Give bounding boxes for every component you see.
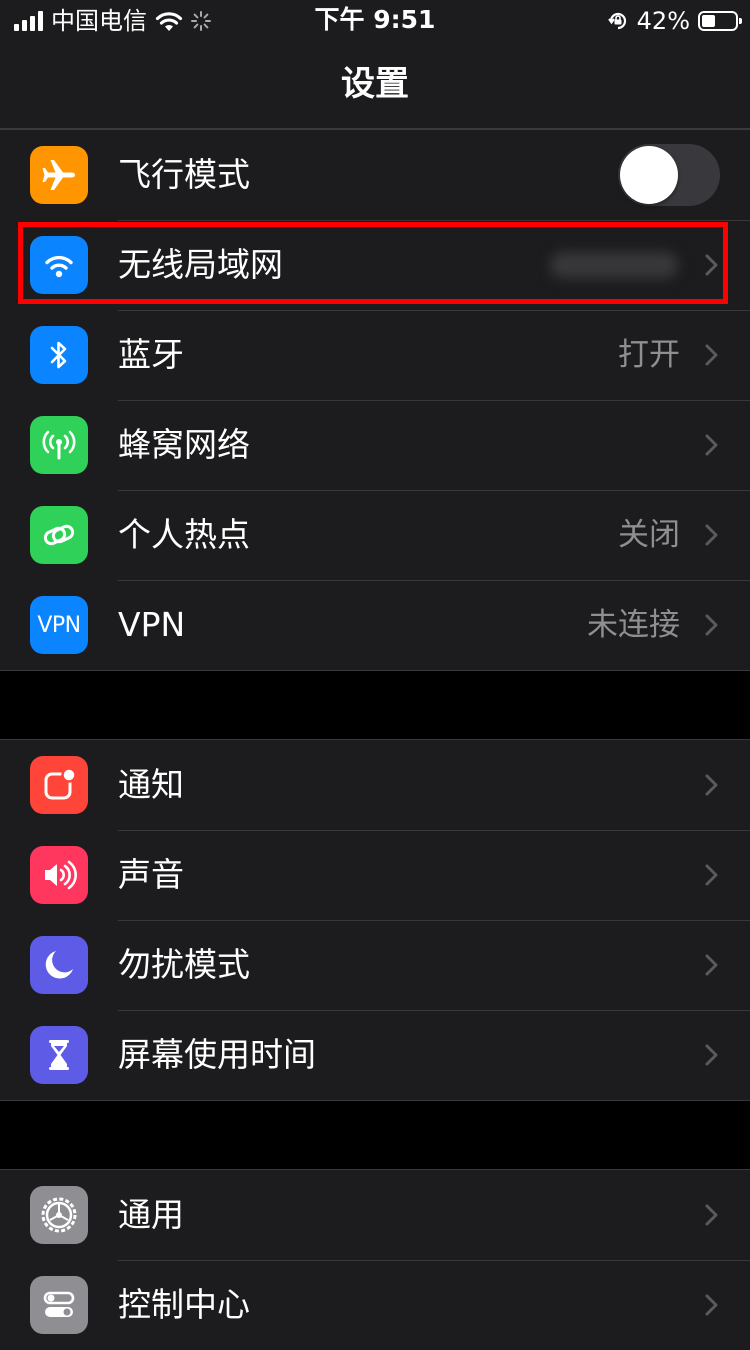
- battery-percentage: 42%: [636, 7, 690, 35]
- row-label: 控制中心: [118, 1285, 250, 1324]
- speaker-icon: [30, 846, 88, 904]
- chevron-right-icon: [705, 954, 718, 976]
- row-personal-hotspot[interactable]: 个人热点 关闭: [0, 490, 750, 580]
- gear-icon: [30, 1186, 88, 1244]
- row-label: VPN: [118, 605, 186, 644]
- cellular-icon: [30, 416, 88, 474]
- row-airplane-mode[interactable]: 飞行模式: [0, 130, 750, 220]
- chevron-right-icon: [705, 1204, 718, 1226]
- row-cellular[interactable]: 蜂窝网络: [0, 400, 750, 490]
- chevron-right-icon: [705, 344, 718, 366]
- status-right: 42%: [607, 6, 742, 36]
- moon-icon: [30, 936, 88, 994]
- hotspot-icon: [30, 506, 88, 564]
- vpn-icon: VPN: [30, 596, 88, 654]
- control-center-icon: [30, 1276, 88, 1334]
- row-label: 通知: [118, 765, 184, 804]
- row-value: 未连接: [587, 607, 680, 643]
- chevron-right-icon: [705, 864, 718, 886]
- chevron-right-icon: [705, 524, 718, 546]
- row-label: 屏幕使用时间: [118, 1035, 316, 1074]
- row-label: 声音: [118, 855, 184, 894]
- navigation-bar: 设置: [0, 40, 750, 129]
- settings-group-general: 通用 控制中心: [0, 1169, 750, 1350]
- settings-group-connectivity: 飞行模式 无线局域网 蓝牙 打开 蜂窝网络 个人热点 关闭 VPN VPN 未连…: [0, 129, 750, 671]
- chevron-right-icon: [705, 434, 718, 456]
- row-label: 蜂窝网络: [118, 425, 250, 464]
- row-label: 蓝牙: [118, 335, 184, 374]
- bluetooth-icon: [30, 326, 88, 384]
- row-label: 飞行模式: [118, 155, 250, 194]
- battery-icon: [698, 11, 742, 31]
- row-value: 关闭: [618, 517, 680, 553]
- row-label: 个人热点: [118, 515, 250, 554]
- chevron-right-icon: [705, 1044, 718, 1066]
- row-control-center[interactable]: 控制中心: [0, 1260, 750, 1350]
- chevron-right-icon: [705, 774, 718, 796]
- chevron-right-icon: [705, 1294, 718, 1316]
- row-vpn[interactable]: VPN VPN 未连接: [0, 580, 750, 670]
- row-label: 通用: [118, 1195, 184, 1234]
- row-screen-time[interactable]: 屏幕使用时间: [0, 1010, 750, 1100]
- vpn-icon-text: VPN: [37, 612, 81, 638]
- row-do-not-disturb[interactable]: 勿扰模式: [0, 920, 750, 1010]
- toggle-knob: [620, 146, 678, 204]
- hourglass-icon: [30, 1026, 88, 1084]
- row-sounds[interactable]: 声音: [0, 830, 750, 920]
- airplane-mode-toggle[interactable]: [618, 144, 720, 206]
- battery-fill: [702, 15, 715, 27]
- orientation-lock-icon: [607, 12, 626, 30]
- row-value: 打开: [618, 337, 680, 373]
- row-label: 勿扰模式: [118, 945, 250, 984]
- airplane-icon: [30, 146, 88, 204]
- row-bluetooth[interactable]: 蓝牙 打开: [0, 310, 750, 400]
- row-notifications[interactable]: 通知: [0, 740, 750, 830]
- row-general[interactable]: 通用: [0, 1170, 750, 1260]
- status-bar: 中国电信 下午 9:51 42%: [0, 0, 750, 40]
- wifi-row-highlight: [18, 222, 728, 304]
- page-title: 设置: [341, 64, 409, 104]
- chevron-right-icon: [705, 614, 718, 636]
- settings-group-notifications: 通知 声音 勿扰模式 屏幕使用时间: [0, 739, 750, 1101]
- notification-icon: [30, 756, 88, 814]
